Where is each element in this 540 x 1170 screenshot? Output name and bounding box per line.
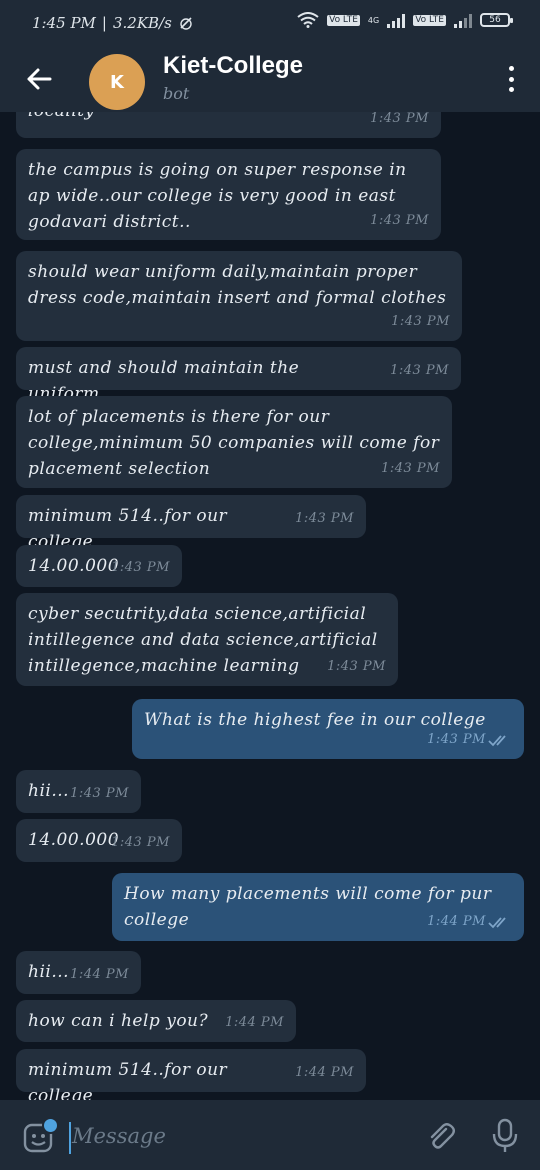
- battery-level: 56: [489, 15, 501, 25]
- status-separator: |: [101, 14, 107, 32]
- more-vertical-icon[interactable]: [504, 66, 518, 92]
- status-left: 1:45 PM | 3.2KB/s: [32, 14, 194, 32]
- message-time: 1:43 PM: [370, 112, 429, 126]
- message-time: 1:43 PM: [70, 786, 129, 801]
- signal-icon: [387, 12, 406, 28]
- message-time: 1:43 PM: [390, 363, 449, 378]
- double-check-icon: [488, 917, 506, 929]
- network-type: 4G: [367, 15, 380, 25]
- message-text: 14.00.000: [28, 556, 120, 576]
- message-time: 1:43 PM: [111, 560, 170, 575]
- battery-icon: 56: [480, 13, 513, 27]
- avatar[interactable]: K: [89, 54, 145, 110]
- chat-header: K Kiet-College bot: [0, 46, 540, 112]
- message-bubble[interactable]: 14.00.000 1:43 PM: [16, 545, 182, 587]
- message-text: lot of placements is there for our colle…: [28, 407, 440, 479]
- message-bubble[interactable]: locality 1:43 PM: [16, 112, 441, 138]
- message-text: how can i help you?: [28, 1011, 209, 1031]
- message-time: 1:43 PM: [381, 461, 440, 476]
- message-text: cyber secutrity,data science,artificial …: [28, 604, 378, 676]
- message-time: 1:43 PM: [295, 511, 354, 526]
- message-bubble[interactable]: should wear uniform daily,maintain prope…: [16, 251, 462, 341]
- message-time: 1:43 PM: [391, 314, 450, 329]
- message-time: 1:44 PM: [70, 967, 129, 982]
- volte-badge-1: Vo LTE: [327, 14, 360, 26]
- message-text: hii...: [28, 962, 70, 982]
- message-list[interactable]: locality 1:43 PM the campus is going on …: [0, 112, 540, 1100]
- message-input[interactable]: Message: [72, 1124, 166, 1148]
- message-text: the campus is going on super response in…: [28, 160, 407, 232]
- message-time: 1:44 PM: [225, 1015, 284, 1030]
- double-check-icon: [488, 735, 506, 747]
- message-text: should wear uniform daily,maintain prope…: [28, 262, 447, 308]
- message-time: 1:44 PM: [295, 1065, 354, 1080]
- message-time: 1:43 PM: [327, 659, 386, 674]
- message-bubble[interactable]: lot of placements is there for our colle…: [16, 396, 452, 488]
- message-text: 14.00.000: [28, 830, 120, 850]
- volte-badge-2: Vo LTE: [413, 14, 446, 26]
- network-speed: 3.2KB/s: [112, 14, 172, 32]
- message-text: hii...: [28, 781, 70, 801]
- back-arrow-icon[interactable]: [22, 62, 56, 96]
- chat-subtitle: bot: [163, 84, 190, 103]
- avatar-letter: K: [110, 71, 124, 93]
- status-bar: 1:45 PM | 3.2KB/s Vo LTE 4G Vo LTE 56: [0, 0, 540, 46]
- message-time: 1:44 PM: [427, 909, 512, 935]
- message-text: minimum 514..for our college: [28, 1060, 228, 1100]
- paperclip-icon[interactable]: [424, 1120, 458, 1154]
- notification-dot: [42, 1117, 59, 1134]
- status-right: Vo LTE 4G Vo LTE 56: [297, 12, 513, 28]
- message-bubble[interactable]: 14.00.000 1:43 PM: [16, 819, 182, 862]
- message-bubble[interactable]: hii... 1:44 PM: [16, 951, 141, 994]
- wifi-icon: [297, 12, 319, 28]
- message-time: 1:43 PM: [370, 213, 429, 228]
- text-cursor: [69, 1122, 71, 1154]
- alarm-off-icon: [180, 17, 192, 30]
- message-input-bar: Message: [0, 1100, 540, 1170]
- signal-icon-2: [454, 12, 472, 28]
- chat-title[interactable]: Kiet-College: [163, 52, 303, 80]
- microphone-icon[interactable]: [490, 1118, 520, 1154]
- message-bubble[interactable]: minimum 514..for our college 1:43 PM: [16, 495, 366, 552]
- message-text: locality: [28, 112, 95, 121]
- message-bubble[interactable]: must and should maintain the uniform 1:4…: [16, 347, 461, 404]
- message-bubble[interactable]: how can i help you? 1:44 PM: [16, 1000, 296, 1042]
- message-bubble[interactable]: the campus is going on super response in…: [16, 149, 441, 240]
- message-time: 1:43 PM: [111, 835, 170, 850]
- message-time: 1:43 PM: [427, 727, 512, 753]
- status-time: 1:45 PM: [32, 14, 96, 32]
- message-bubble[interactable]: hii... 1:43 PM: [16, 770, 141, 813]
- message-bubble[interactable]: minimum 514..for our college 1:44 PM: [16, 1049, 366, 1100]
- message-bubble[interactable]: cyber secutrity,data science,artificial …: [16, 593, 398, 686]
- message-bubble-outgoing[interactable]: What is the highest fee in our college 1…: [132, 699, 524, 759]
- message-bubble-outgoing[interactable]: How many placements will come for pur co…: [112, 873, 524, 941]
